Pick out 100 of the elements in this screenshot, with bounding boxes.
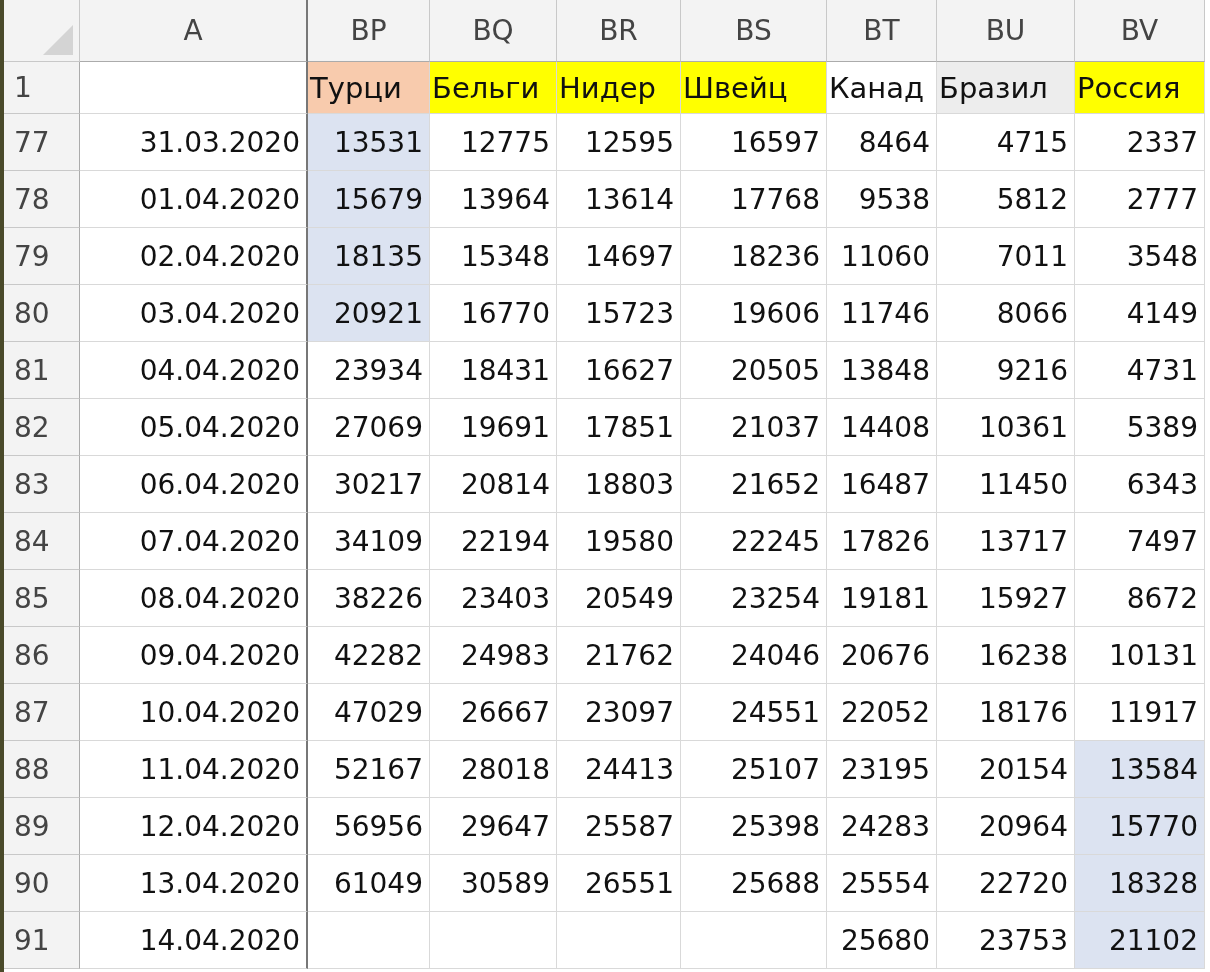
table-cell: 2777 — [1075, 171, 1205, 228]
row-header[interactable]: 88 — [4, 741, 80, 798]
table-cell: 13717 — [937, 513, 1075, 570]
table-cell: 23097 — [557, 684, 681, 741]
table-cell: 16770 — [430, 285, 557, 342]
table-cell: 21762 — [557, 627, 681, 684]
table-cell: 56956 — [308, 798, 430, 855]
table-cell: 20921 — [308, 285, 430, 342]
column-header[interactable]: BT — [827, 0, 937, 62]
row-header[interactable]: 1 — [4, 62, 80, 114]
table-cell: 20549 — [557, 570, 681, 627]
column-header[interactable]: BQ — [430, 0, 557, 62]
row-header[interactable]: 81 — [4, 342, 80, 399]
table-cell: 13.04.2020 — [80, 855, 308, 912]
table-cell: 23403 — [430, 570, 557, 627]
table-cell: 25680 — [827, 912, 937, 969]
table-cell: 18236 — [681, 228, 827, 285]
table-cell: 10361 — [937, 399, 1075, 456]
column-header[interactable]: A — [80, 0, 308, 62]
table-cell: 18135 — [308, 228, 430, 285]
table-cell: 25554 — [827, 855, 937, 912]
table-cell: 14408 — [827, 399, 937, 456]
table-cell: 24551 — [681, 684, 827, 741]
table-cell: Канад — [827, 62, 937, 114]
table-cell: 25107 — [681, 741, 827, 798]
table-cell: 18328 — [1075, 855, 1205, 912]
table-cell: 12595 — [557, 114, 681, 171]
table-cell: 17768 — [681, 171, 827, 228]
table-cell: 30589 — [430, 855, 557, 912]
row-header[interactable]: 87 — [4, 684, 80, 741]
table-cell: 23934 — [308, 342, 430, 399]
table-cell: 15679 — [308, 171, 430, 228]
table-cell: Бельги — [430, 62, 557, 114]
table-cell: 8464 — [827, 114, 937, 171]
row-header[interactable]: 91 — [4, 912, 80, 969]
table-cell: 24283 — [827, 798, 937, 855]
table-cell: 21652 — [681, 456, 827, 513]
table-cell: 23254 — [681, 570, 827, 627]
table-cell: 5389 — [1075, 399, 1205, 456]
table-cell: 06.04.2020 — [80, 456, 308, 513]
table-cell: 19580 — [557, 513, 681, 570]
table-cell: 16487 — [827, 456, 937, 513]
table-cell: 25688 — [681, 855, 827, 912]
table-cell: 16627 — [557, 342, 681, 399]
table-cell: 7011 — [937, 228, 1075, 285]
table-cell: 24413 — [557, 741, 681, 798]
table-cell: 07.04.2020 — [80, 513, 308, 570]
table-cell: 25398 — [681, 798, 827, 855]
row-header[interactable]: 90 — [4, 855, 80, 912]
table-cell: 2337 — [1075, 114, 1205, 171]
table-cell: 23195 — [827, 741, 937, 798]
row-header[interactable]: 78 — [4, 171, 80, 228]
table-cell: Бразил — [937, 62, 1075, 114]
table-cell: Турци — [308, 62, 430, 114]
table-cell: Россия — [1075, 62, 1205, 114]
table-cell: 12775 — [430, 114, 557, 171]
table-cell: 21037 — [681, 399, 827, 456]
column-header[interactable]: BP — [308, 0, 430, 62]
table-cell: 3548 — [1075, 228, 1205, 285]
table-cell: 09.04.2020 — [80, 627, 308, 684]
row-header[interactable]: 82 — [4, 399, 80, 456]
table-cell: 7497 — [1075, 513, 1205, 570]
table-cell: 20814 — [430, 456, 557, 513]
table-cell: 11060 — [827, 228, 937, 285]
table-cell: 25587 — [557, 798, 681, 855]
select-all-corner[interactable] — [4, 0, 80, 62]
row-header[interactable]: 84 — [4, 513, 80, 570]
row-header[interactable]: 89 — [4, 798, 80, 855]
row-header[interactable]: 83 — [4, 456, 80, 513]
table-cell: 8066 — [937, 285, 1075, 342]
table-cell: 19181 — [827, 570, 937, 627]
table-cell: 17851 — [557, 399, 681, 456]
table-cell: 05.04.2020 — [80, 399, 308, 456]
table-cell: 15927 — [937, 570, 1075, 627]
row-header[interactable]: 80 — [4, 285, 80, 342]
table-cell: 4731 — [1075, 342, 1205, 399]
table-cell: 29647 — [430, 798, 557, 855]
table-cell: 34109 — [308, 513, 430, 570]
row-header[interactable]: 85 — [4, 570, 80, 627]
table-cell: 4149 — [1075, 285, 1205, 342]
table-cell: 19691 — [430, 399, 557, 456]
row-header[interactable]: 77 — [4, 114, 80, 171]
column-header[interactable]: BS — [681, 0, 827, 62]
row-header[interactable]: 86 — [4, 627, 80, 684]
table-cell: 9538 — [827, 171, 937, 228]
table-cell: 17826 — [827, 513, 937, 570]
table-cell: 9216 — [937, 342, 1075, 399]
row-header[interactable]: 79 — [4, 228, 80, 285]
table-cell: 22194 — [430, 513, 557, 570]
column-header[interactable]: BV — [1075, 0, 1205, 62]
table-cell: 6343 — [1075, 456, 1205, 513]
table-cell: 19606 — [681, 285, 827, 342]
table-cell: 13848 — [827, 342, 937, 399]
table-cell: 18803 — [557, 456, 681, 513]
table-cell: 42282 — [308, 627, 430, 684]
column-header[interactable]: BR — [557, 0, 681, 62]
table-cell: 27069 — [308, 399, 430, 456]
column-header[interactable]: BU — [937, 0, 1075, 62]
table-cell: 26551 — [557, 855, 681, 912]
table-cell: 47029 — [308, 684, 430, 741]
